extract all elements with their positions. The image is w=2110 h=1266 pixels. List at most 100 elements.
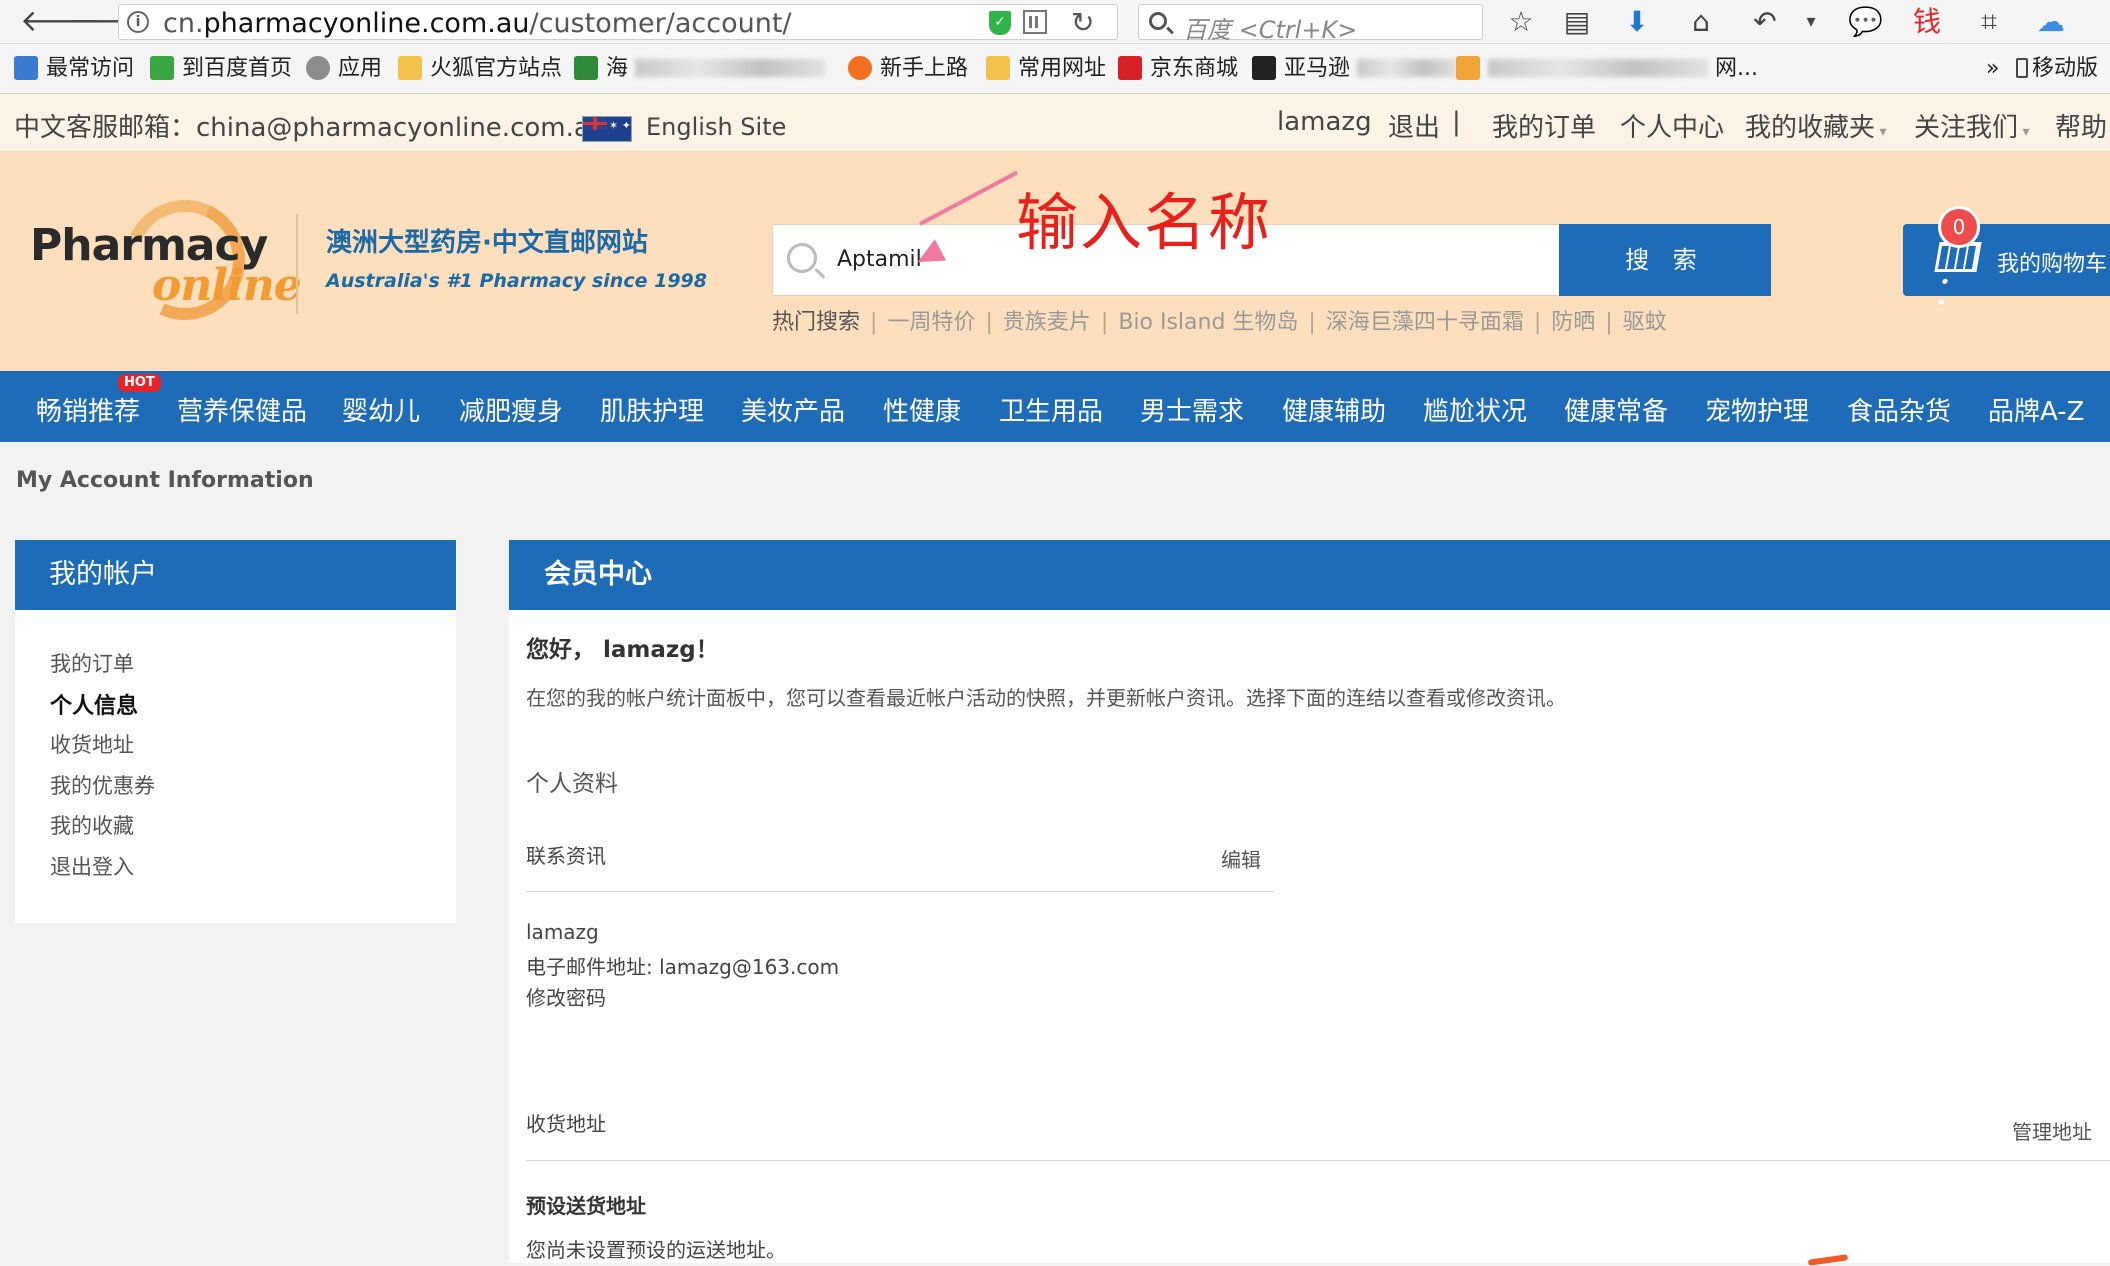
sidebar-item-profile[interactable]: 个人信息 — [50, 688, 138, 720]
back-arrow-icon[interactable]: 🡐 — [20, 6, 100, 38]
category-item[interactable]: 健康辅助 — [1282, 391, 1386, 428]
address-bar[interactable]: i cn.pharmacyonline.com.au/customer/acco… — [118, 4, 1118, 40]
bookmark-item[interactable]: 网... — [1456, 54, 1758, 84]
hot-search-item[interactable]: 驱蚊 — [1623, 310, 1667, 335]
hot-search-item[interactable]: 深海巨藻四十寻面霜 — [1326, 310, 1524, 335]
star-bookmark-icon[interactable]: ☆ — [1504, 6, 1538, 38]
help-link[interactable]: 帮助 — [2055, 107, 2107, 144]
category-item[interactable]: 尴尬状况 — [1423, 391, 1527, 428]
folder-icon — [986, 56, 1010, 80]
forward-arrow-icon[interactable]: 🡒 — [68, 6, 148, 38]
my-orders-link[interactable]: 我的订单 — [1492, 107, 1596, 144]
download-icon[interactable]: ⬇ — [1620, 6, 1654, 38]
bookmarks-bar: 最常访问 到百度首页 应用 火狐官方站点 海 新手上路 常用网址 京东商城 亚马… — [0, 44, 2110, 94]
category-nav: 畅销推荐 营养保健品 婴幼儿 减肥瘦身 肌肤护理 美妆产品 性健康 卫生用品 男… — [0, 371, 2110, 442]
bookmark-item[interactable]: 最常访问 — [14, 54, 134, 84]
sidebar-item-orders[interactable]: 我的订单 — [50, 648, 134, 678]
hot-search-item[interactable]: 贵族麦片 — [1003, 310, 1091, 335]
cart-count-badge: 0 — [1938, 206, 1980, 248]
sidebar-item-favorites[interactable]: 我的收藏 — [50, 810, 134, 840]
sidebar-item-logout[interactable]: 退出登入 — [50, 851, 134, 881]
bookmark-item[interactable]: 应用 — [306, 54, 382, 84]
category-item[interactable]: 美妆产品 — [741, 391, 845, 428]
category-item[interactable]: 男士需求 — [1140, 391, 1244, 428]
shield-icon[interactable]: ✓ — [989, 11, 1011, 35]
sidebar-item-addresses[interactable]: 收货地址 — [50, 729, 134, 759]
bookmark-item[interactable]: 亚马逊 — [1252, 54, 1458, 84]
pharmacy-online-logo[interactable]: Pharmacy online — [30, 183, 302, 337]
category-item[interactable]: 婴幼儿 — [342, 391, 420, 428]
bookmark-item[interactable]: 新手上路 — [848, 54, 968, 84]
home-icon[interactable]: ⌂ — [1684, 6, 1718, 38]
sidebar-title: 我的帐户 — [15, 540, 456, 610]
globe-icon — [306, 56, 330, 80]
undo-icon[interactable]: ↶ — [1748, 6, 1782, 38]
search-button[interactable]: 搜 索 — [1559, 224, 1771, 296]
money-icon[interactable]: 钱 — [1910, 6, 1944, 38]
url-text[interactable]: cn.pharmacyonline.com.au/customer/accoun… — [163, 8, 792, 39]
jd-icon — [1118, 56, 1142, 80]
bookmark-item[interactable]: 常用网址 — [986, 54, 1106, 84]
search-icon — [1149, 12, 1167, 30]
category-item[interactable]: 食品杂货 — [1847, 391, 1951, 428]
bookmark-item[interactable]: 海 — [574, 54, 826, 84]
category-item[interactable]: 卫生用品 — [999, 391, 1103, 428]
slogan-english: Australia's #1 Pharmacy since 1998 — [326, 270, 707, 292]
chevron-down-icon[interactable]: ▾ — [1794, 6, 1828, 38]
reload-icon[interactable]: ↻ — [1071, 6, 1094, 39]
info-icon[interactable]: i — [127, 11, 149, 33]
hot-search-item[interactable]: 防晒 — [1551, 310, 1595, 335]
firefox-icon — [848, 56, 872, 80]
logout-link[interactable]: 退出 — [1388, 107, 1440, 144]
search-input-value[interactable]: Aptamil — [837, 247, 922, 272]
category-item[interactable]: 性健康 — [883, 391, 961, 428]
bookmark-icon — [150, 56, 174, 80]
bookmark-item[interactable]: 京东商城 — [1118, 54, 1238, 84]
hot-badge: HOT — [118, 374, 161, 392]
greeting: 您好， lamazg！ — [526, 637, 719, 663]
chevron-down-icon: ▾ — [2018, 124, 2030, 140]
logo-online-text: online — [152, 260, 302, 311]
hot-search-item[interactable]: Bio Island 生物岛 — [1118, 310, 1298, 335]
member-center-panel: 会员中心 您好， lamazg！ 在您的我的帐户统计面板中，您可以查看最近帐户活… — [509, 540, 2110, 1263]
chat-bubble-icon[interactable]: 💬 — [1848, 6, 1883, 38]
mobile-bookmarks[interactable]: 移动版 — [2016, 54, 2098, 84]
follow-us-link[interactable]: 关注我们 ▾ — [1914, 107, 2030, 144]
qr-code-icon[interactable] — [1023, 10, 1047, 34]
divider — [526, 1160, 2110, 1161]
category-item[interactable]: 肌肤护理 — [600, 391, 704, 428]
manage-address-link[interactable]: 管理地址 — [2012, 1116, 2092, 1145]
cloud-sync-icon[interactable]: ☁ — [2034, 6, 2068, 38]
sidebar-item-coupons[interactable]: 我的优惠券 — [50, 770, 155, 800]
bookmark-icon — [1456, 56, 1480, 80]
category-item[interactable]: 减肥瘦身 — [459, 391, 563, 428]
user-center-link[interactable]: 个人中心 — [1620, 107, 1724, 144]
profile-section-title: 个人资料 — [526, 771, 618, 797]
category-item[interactable]: 营养保健品 — [177, 391, 307, 428]
default-address-text: 您尚未设置预设的运送地址。 — [526, 1238, 786, 1262]
hot-search-item[interactable]: 一周特价 — [887, 310, 975, 335]
phone-icon — [2016, 58, 2028, 78]
bookmarks-overflow-button[interactable]: » — [1986, 54, 1999, 84]
account-sidebar: 我的帐户 我的订单 个人信息 收货地址 我的优惠券 我的收藏 退出登入 — [15, 540, 456, 923]
change-password-link[interactable]: 修改密码 — [526, 982, 606, 1011]
reading-list-icon[interactable]: ▤ — [1560, 6, 1594, 38]
panel-title: 会员中心 — [509, 540, 2110, 610]
english-site-link[interactable]: English Site — [646, 113, 786, 141]
category-item[interactable]: 畅销推荐 — [36, 391, 140, 428]
shopping-cart-button[interactable]: 我的购物车 — [1903, 224, 2110, 296]
favorites-link[interactable]: 我的收藏夹 ▾ — [1745, 107, 1887, 144]
bookmark-item[interactable]: 火狐官方站点 — [398, 54, 562, 84]
username-link[interactable]: lamazg — [1277, 107, 1372, 137]
crop-icon[interactable]: ⌗ — [1972, 6, 2006, 38]
edit-contact-link[interactable]: 编辑 — [1221, 844, 1261, 873]
chevron-down-icon: ▾ — [1875, 124, 1887, 140]
folder-icon — [398, 56, 422, 80]
search-icon — [787, 243, 817, 273]
category-item[interactable]: 品牌A-Z — [1988, 391, 2084, 428]
category-item[interactable]: 宠物护理 — [1705, 391, 1809, 428]
category-item[interactable]: 健康常备 — [1564, 391, 1668, 428]
australia-flag-icon[interactable] — [582, 116, 632, 142]
bookmark-item[interactable]: 到百度首页 — [150, 54, 292, 84]
browser-search-input[interactable]: 百度 <Ctrl+K> — [1138, 4, 1483, 44]
